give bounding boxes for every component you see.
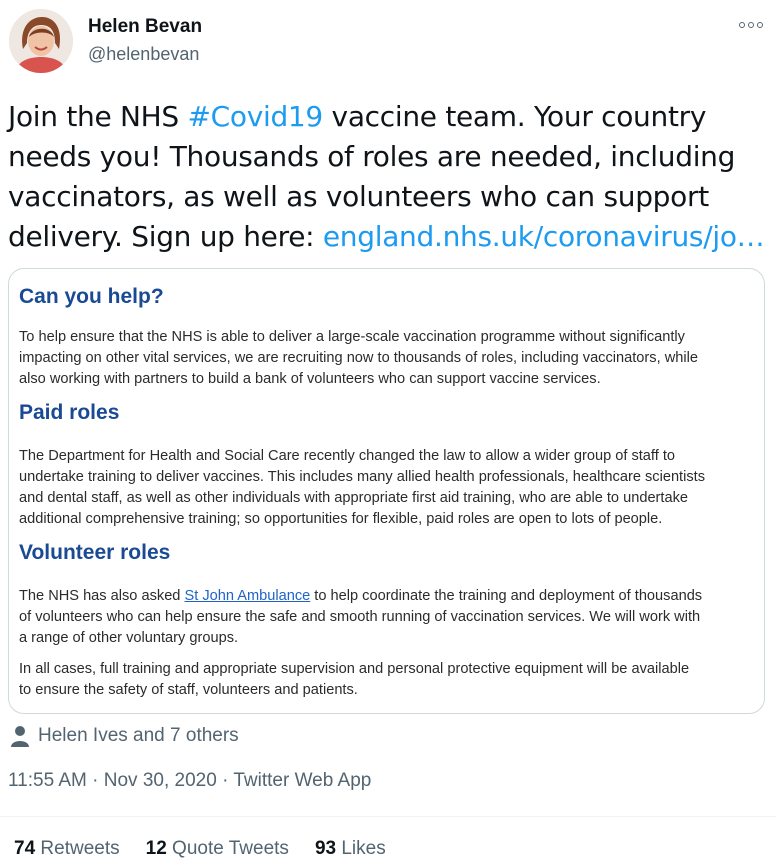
card-line: additional comprehensive training; so op… (19, 511, 663, 527)
card-paragraph: To help ensure that the NHS is able to d… (19, 327, 719, 390)
st-john-ambulance-link: St John Ambulance (184, 588, 311, 604)
tweet-source[interactable]: Twitter Web App (233, 770, 371, 791)
divider (0, 816, 776, 817)
card-line: The NHS has also asked (19, 588, 185, 604)
card-line: also working with partners to build a ba… (19, 371, 601, 387)
more-options-icon[interactable] (738, 18, 764, 32)
author-display-name[interactable]: Helen Bevan (88, 16, 202, 38)
retweets-count: 74 (14, 838, 36, 859)
card-line: impacting on other vital services, we ar… (19, 350, 698, 366)
likes-label: Likes (341, 838, 386, 859)
person-icon (11, 726, 29, 747)
card-paragraph: In all cases, full training and appropri… (19, 659, 719, 701)
card-heading: Volunteer roles (19, 541, 171, 564)
attached-image-card[interactable]: Can you help? To help ensure that the NH… (8, 268, 765, 714)
engagement-stats: 74 Retweets 12 Quote Tweets 93 Likes (14, 838, 412, 860)
tweet-url-link[interactable]: england.nhs.uk/coronavirus/jo… (323, 220, 765, 253)
tweet-text-part: Join the NHS (8, 100, 188, 133)
card-line: To help ensure that the NHS is able to d… (19, 329, 685, 345)
likes-stat[interactable]: 93 Likes (315, 838, 386, 860)
author-handle[interactable]: @helenbevan (88, 44, 199, 65)
card-line: to ensure the safety of staff, volunteer… (19, 682, 358, 698)
card-line: of volunteers who can help ensure the sa… (19, 609, 701, 625)
meta-separator: · (216, 770, 234, 791)
tweet-meta: 11:55 AM · Nov 30, 2020 · Twitter Web Ap… (8, 770, 371, 792)
avatar[interactable] (9, 9, 73, 73)
card-heading: Can you help? (19, 285, 164, 308)
card-line: and dental staff, as well as other indiv… (19, 490, 689, 506)
card-line: a range of other voluntary groups. (19, 630, 239, 646)
card-line: undertake training to deliver vaccines. … (19, 469, 706, 485)
card-line: The Department for Health and Social Car… (19, 448, 675, 464)
hashtag-link[interactable]: #Covid19 (187, 100, 323, 133)
card-paragraph: The Department for Health and Social Car… (19, 446, 719, 530)
card-line: to help coordinate the training and depl… (310, 588, 703, 604)
likes-count: 93 (314, 838, 337, 859)
card-line: In all cases, full training and appropri… (19, 661, 690, 677)
retweets-label: Retweets (40, 838, 120, 859)
tweet-date[interactable]: Nov 30, 2020 (104, 770, 217, 791)
tweet-time[interactable]: 11:55 AM (8, 770, 87, 791)
liked-by-text: Helen Ives and 7 others (38, 725, 239, 746)
tweet-header: Helen Bevan @helenbevan (0, 0, 776, 80)
card-heading: Paid roles (19, 401, 120, 424)
tweet-text: Join the NHS #Covid19 vaccine team. Your… (8, 97, 768, 257)
liked-by-row[interactable]: Helen Ives and 7 others (10, 724, 239, 748)
quote-tweets-stat[interactable]: 12 Quote Tweets (146, 838, 289, 860)
quotes-label: Quote Tweets (172, 838, 289, 859)
meta-separator: · (86, 770, 104, 791)
quotes-count: 12 (145, 838, 167, 859)
card-paragraph: The NHS has also asked St John Ambulance… (19, 586, 719, 649)
retweets-stat[interactable]: 74 Retweets (14, 838, 120, 860)
